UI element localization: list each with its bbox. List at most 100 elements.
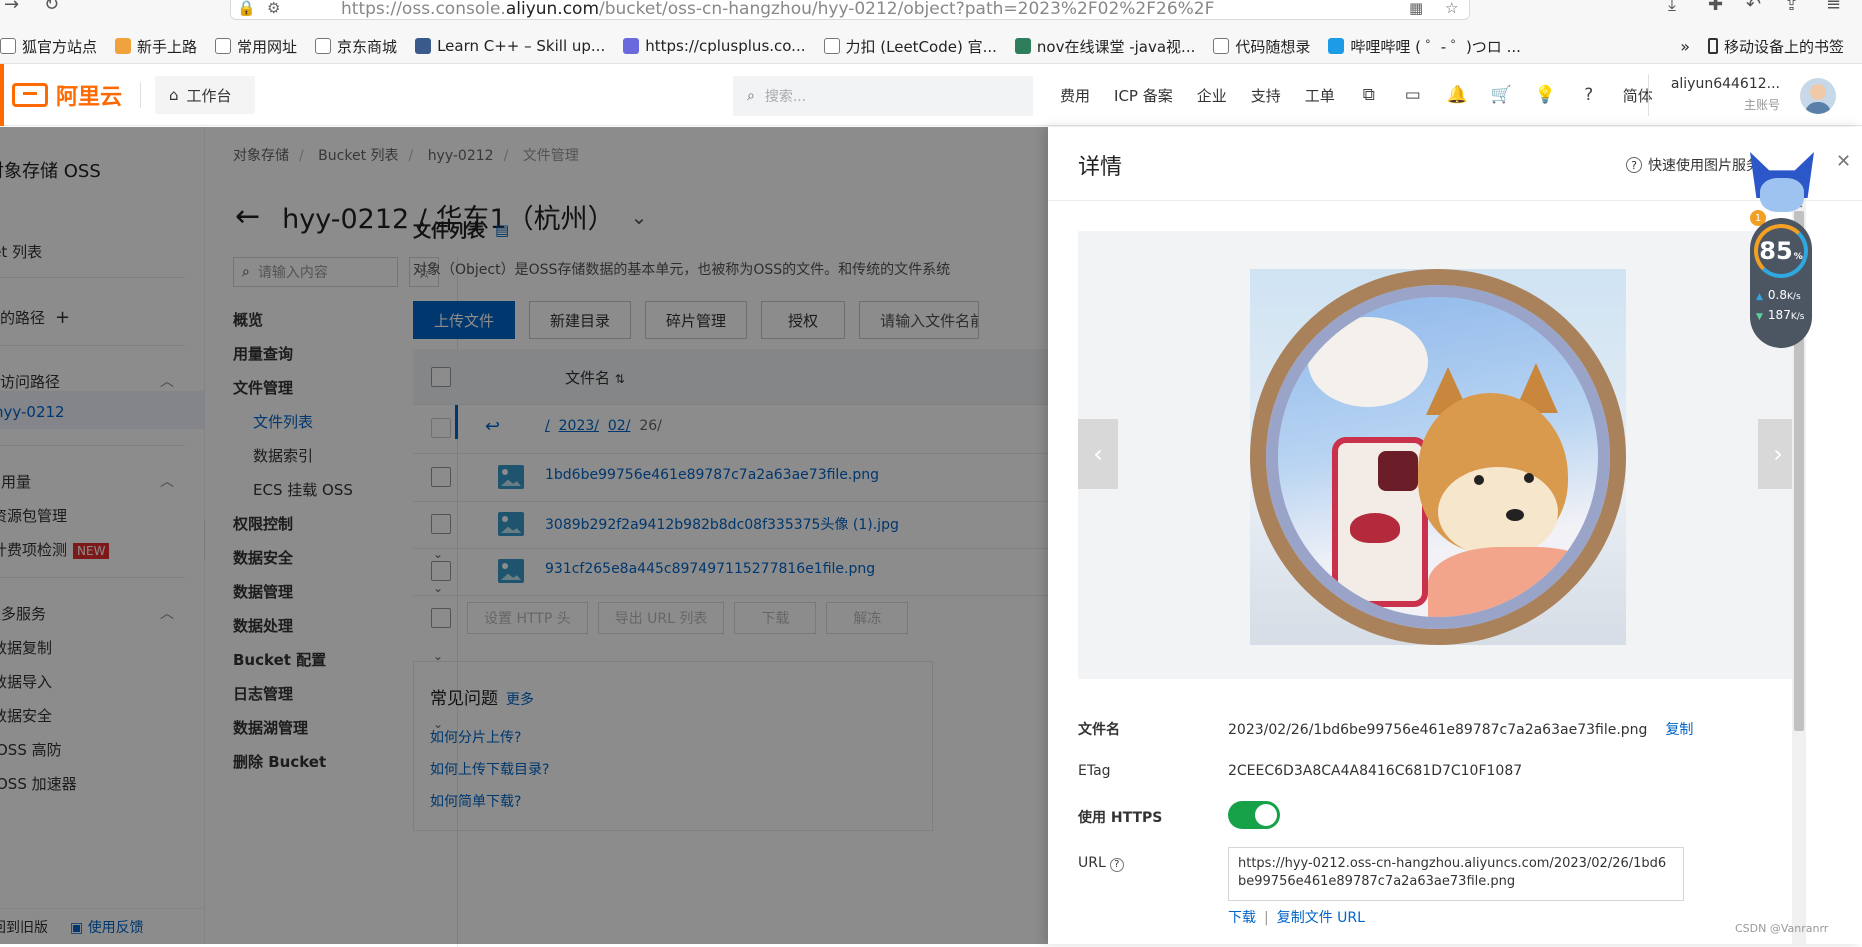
account-role: 主账号: [1743, 98, 1780, 112]
undo-icon[interactable]: ↶: [1746, 0, 1761, 15]
reload-icon[interactable]: ↻: [44, 0, 59, 15]
url-actions: 下载 | 复制文件 URL: [1228, 910, 1365, 926]
download-link[interactable]: 下载: [1228, 910, 1256, 926]
link-icp[interactable]: ICP 备案: [1114, 85, 1173, 106]
arrow-down-icon: ▼: [1756, 312, 1763, 322]
bookmark-item[interactable]: 京东商城: [315, 36, 397, 57]
bookmark-icon: [623, 38, 640, 54]
preview-image: [1250, 269, 1626, 645]
label-url: URL?: [1078, 855, 1124, 872]
account-info[interactable]: aliyun644612... 主账号: [1660, 76, 1780, 113]
bookmark-item[interactable]: 常用网址: [215, 36, 297, 57]
bookmark-item[interactable]: 力扣 (LeetCode) 官...: [823, 36, 997, 57]
header-links: 费用 ICP 备案 企业 支持 工单 ⧉ ▭ 🔔 🛒 💡 ? 简体: [1060, 64, 1677, 126]
overlay-mask[interactable]: [0, 127, 1048, 944]
logo-mark-icon: [12, 83, 48, 107]
cart-icon[interactable]: 🛒: [1491, 85, 1512, 105]
copy-url-link[interactable]: 复制文件 URL: [1277, 910, 1365, 926]
link-tickets[interactable]: 工单: [1305, 85, 1335, 106]
bookmark-icon: [415, 38, 432, 54]
bookmark-icon: [0, 38, 16, 54]
close-icon[interactable]: ✕: [1836, 151, 1851, 172]
bookmark-label: https://cplusplus.co...: [645, 37, 806, 55]
bookmark-item[interactable]: Learn C++ – Skill up...: [415, 37, 605, 55]
drawer-title: 详情: [1078, 155, 1123, 180]
info-icon[interactable]: ?: [1109, 857, 1124, 872]
console-search-input[interactable]: ⌕ 搜索...: [733, 76, 1033, 116]
https-toggle[interactable]: [1228, 801, 1280, 829]
link-fees[interactable]: 费用: [1060, 85, 1090, 106]
link-support[interactable]: 支持: [1251, 85, 1281, 106]
bookmark-label: 狐官方站点: [22, 37, 98, 56]
bookmark-item[interactable]: nov在线课堂 -java视...: [1014, 36, 1196, 57]
bookmark-icon: [315, 38, 332, 54]
usage-percent: 85: [1759, 237, 1793, 265]
bookmark-icon: [115, 38, 132, 54]
search-icon: ⌕: [747, 88, 755, 104]
bulb-icon[interactable]: 💡: [1535, 85, 1556, 105]
aliyun-logo[interactable]: 阿里云: [12, 79, 122, 111]
star-icon[interactable]: ☆: [1445, 0, 1458, 17]
bookmark-label: 力扣 (LeetCode) 官...: [845, 37, 997, 56]
image-preview: ‹ ›: [1078, 231, 1798, 679]
terminal-icon[interactable]: ▭: [1403, 85, 1423, 105]
question-icon: ?: [1626, 157, 1642, 173]
network-monitor-widget[interactable]: 1 85% ▲ 0.8K/s ▼ 187K/s: [1748, 152, 1814, 348]
menu-icon[interactable]: ≡: [1826, 0, 1841, 15]
label-etag: ETag: [1078, 763, 1111, 779]
bookmark-label: 京东商城: [337, 37, 398, 56]
bookmark-label: 新手上路: [137, 37, 198, 56]
bookmark-item[interactable]: 狐官方站点: [0, 36, 97, 57]
link-enterprise[interactable]: 企业: [1197, 85, 1227, 106]
monitor-body: 85% ▲ 0.8K/s ▼ 187K/s: [1750, 218, 1812, 348]
account-name: aliyun644612...: [1670, 76, 1780, 92]
divider: [140, 82, 141, 108]
image-service-help[interactable]: ? 快速使用图片服务: [1626, 155, 1760, 175]
permissions-icon[interactable]: ⚙: [267, 0, 280, 17]
qr-icon[interactable]: ▦: [1409, 0, 1423, 17]
bookmark-item[interactable]: 代码随想录: [1213, 36, 1310, 57]
bookmark-item[interactable]: 新手上路: [115, 36, 197, 57]
bookmark-icon: [823, 38, 840, 54]
url-row: → ↻ 🔒 ⚙ https://oss.console.aliyun.com/b…: [0, 0, 1862, 22]
phone-icon: [1707, 38, 1718, 54]
more-bookmarks-icon[interactable]: »: [1680, 37, 1690, 56]
bell-icon[interactable]: 🔔: [1447, 85, 1468, 105]
drawer-header: 详情 ? 快速使用图片服务 ✕: [1048, 127, 1862, 201]
avatar[interactable]: [1800, 78, 1836, 114]
download-speed: ▼ 187K/s: [1756, 308, 1805, 322]
copy-filename-link[interactable]: 复制: [1665, 722, 1693, 738]
workbench-button[interactable]: ⌂ 工作台: [155, 76, 255, 114]
extensions-icon[interactable]: ✚: [1708, 0, 1723, 15]
prev-image-button[interactable]: ‹: [1078, 419, 1118, 489]
url-field[interactable]: https://hyy-0212.oss-cn-hangzhou.aliyunc…: [1228, 847, 1684, 901]
console-header: 阿里云 ⌂ 工作台 ⌕ 搜索... 费用 ICP 备案 企业 支持 工单 ⧉ ▭ 🔔…: [0, 64, 1862, 126]
usage-ring: 85%: [1754, 224, 1808, 278]
forward-icon[interactable]: →: [4, 0, 19, 15]
help-icon[interactable]: ?: [1579, 85, 1599, 105]
bookmark-label: Learn C++ – Skill up...: [437, 37, 606, 55]
url-text: https://oss.console.aliyun.com/bucket/os…: [341, 0, 1215, 19]
download-icon[interactable]: ⤓: [1668, 0, 1676, 15]
mobile-bookmarks[interactable]: 移动设备上的书签: [1707, 36, 1844, 57]
value-filename: 2023/02/26/1bd6be99756e461e89787c7a2a63a…: [1228, 722, 1694, 738]
watermark: CSDN @Vanranrr: [1735, 922, 1829, 935]
code-icon[interactable]: ⧉: [1359, 85, 1379, 105]
value-etag: 2CEEC6D3A8CA4A8416C681D7C10F1087: [1228, 763, 1523, 779]
bookmark-icon: [1213, 38, 1230, 54]
label-https: 使用 HTTPS: [1078, 810, 1163, 826]
home-icon: ⌂: [169, 86, 179, 104]
label-filename: 文件名: [1078, 722, 1120, 738]
accent-bar: [0, 64, 4, 126]
browser-chrome: → ↻ 🔒 ⚙ https://oss.console.aliyun.com/b…: [0, 0, 1862, 64]
bookmark-label: 哔哩哔哩 ( ゜- ゜)つロ ...: [1350, 37, 1521, 56]
bookmark-label: nov在线课堂 -java视...: [1036, 37, 1196, 56]
share-icon[interactable]: ⇪: [1784, 0, 1799, 15]
bookmark-item[interactable]: https://cplusplus.co...: [623, 37, 806, 55]
bookmark-item[interactable]: 哔哩哔哩 ( ゜- ゜)つロ ...: [1328, 36, 1521, 57]
bookmarks-bar: 狐官方站点 新手上路 常用网址 京东商城 Learn C++ – Skill up...…: [0, 34, 1862, 58]
bookmark-icon: [215, 38, 232, 54]
arrow-up-icon: ▲: [1756, 292, 1763, 302]
bookmark-label: 常用网址: [237, 37, 298, 56]
address-bar[interactable]: 🔒 ⚙ https://oss.console.aliyun.com/bucke…: [230, 0, 1470, 20]
